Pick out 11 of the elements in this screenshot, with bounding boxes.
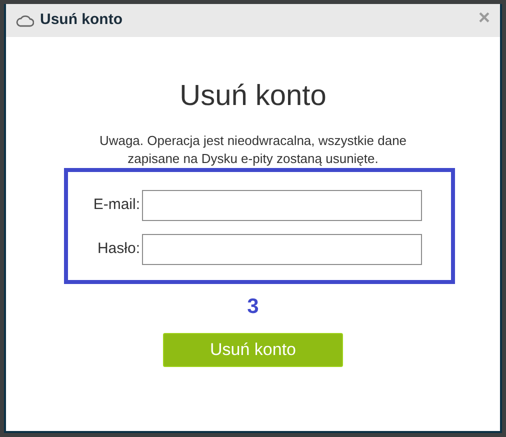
cloud-icon [16,14,34,26]
input-field[interactable] [142,190,422,221]
delete-account-button[interactable]: Usuń konto [163,332,343,367]
close-button[interactable]: × [478,8,490,28]
input-field[interactable] [142,234,422,265]
heading: Usuń konto [178,79,328,114]
annotation-number: 3 [246,294,260,319]
field-label: Hasło: [97,239,140,260]
dialog-title: Usuń konto [40,10,122,30]
field-label: E-mail: [93,195,140,216]
warning-text: Uwaga. Operacja jest nieodwracalna, wszystkie dane zapisane na Dysku e-pity zostaną usunięte. [98,132,408,168]
